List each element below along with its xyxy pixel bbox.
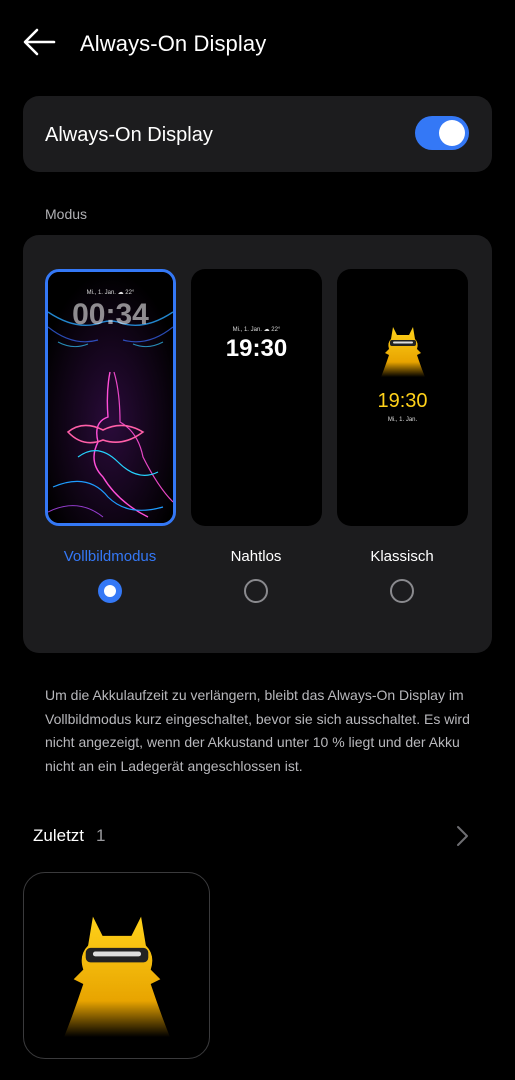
chevron-right-icon[interactable] [452,825,472,847]
mode-label-klassisch[interactable]: Klassisch [332,548,472,565]
modus-section-label: Modus [45,206,88,222]
cat-mascot-icon [64,916,170,1037]
preview-klassisch[interactable]: 19:30 Mi., 1. Jan. [337,269,468,526]
radio-vollbildmodus[interactable] [98,579,122,603]
mode-label-nahtlos[interactable]: Nahtlos [186,548,326,565]
back-button[interactable] [22,27,56,57]
aod-toggle-label: Always-On Display [45,124,213,146]
aod-toggle-switch[interactable] [415,116,469,150]
preview-clock: 19:30 [377,390,428,412]
preview-clock: 00:34 [72,298,149,331]
arrow-left-icon [23,28,56,56]
radio-nahtlos[interactable] [244,579,268,603]
top-bar: Always-On Display [0,0,515,90]
cat-mascot-icon [381,327,425,377]
mode-label-vollbildmodus[interactable]: Vollbildmodus [40,548,180,565]
preview-vollbildmodus[interactable]: Mi., 1. Jan. ☁ 22° 00:34 [45,269,176,526]
mode-chooser: Mi., 1. Jan. ☁ 22° 00:34 Mi., 1. Jan. ☁ … [23,235,492,653]
recent-count: 1 [96,826,106,845]
preview-date: Mi., 1. Jan. [387,417,418,423]
info-text: Um die Akkulaufzeit zu verlängern, bleib… [45,687,470,774]
recent-section-title: Zuletzt [33,826,85,845]
preview-nahtlos[interactable]: Mi., 1. Jan. ☁ 22° 19:30 [191,269,322,526]
preview-clock: 19:30 [225,335,288,362]
page-title: Always-On Display [80,31,267,56]
aod-toggle-row[interactable]: Always-On Display [23,96,492,172]
preview-date: Mi., 1. Jan. ☁ 22° [232,327,281,333]
preview-date: Mi., 1. Jan. ☁ 22° [86,290,135,296]
recent-aod-thumbnail[interactable] [23,872,210,1059]
radio-klassisch[interactable] [390,579,414,603]
toggle-knob [439,120,465,146]
